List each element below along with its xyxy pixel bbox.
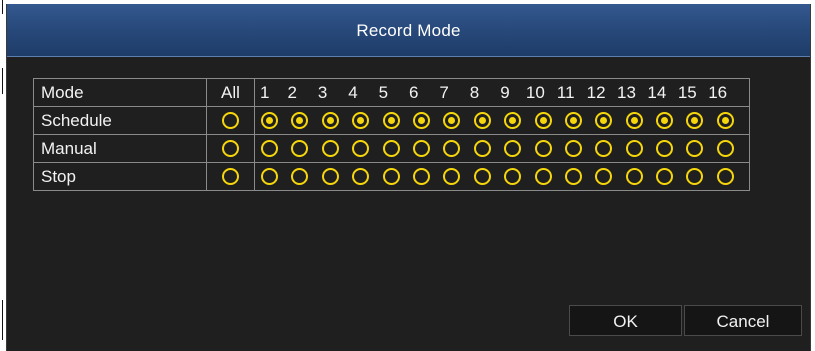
radio-manual-ch2[interactable] [291, 140, 309, 157]
radio-manual-ch7[interactable] [443, 140, 461, 157]
row-label: Manual [33, 134, 207, 163]
channel-number-15: 15 [677, 82, 697, 102]
radio-schedule-ch10[interactable] [534, 112, 552, 129]
channel-number-1: 1 [260, 82, 270, 102]
radio-manual-ch14[interactable] [656, 140, 674, 157]
edge-tick-1 [2, 0, 3, 14]
radio-stop-ch1[interactable] [261, 168, 278, 185]
radio-stop-ch9[interactable] [504, 168, 522, 185]
channel-number-12: 12 [586, 82, 606, 102]
radio-stop-ch13[interactable] [625, 168, 643, 185]
radio-schedule-ch12[interactable] [595, 112, 613, 129]
header-row: Mode All 1 2 3 4 5 6 7 8 9 10 11 12 13 14 15 16 [33, 78, 750, 107]
radio-stop-ch6[interactable] [412, 168, 430, 185]
radio-manual-ch11[interactable] [564, 140, 582, 157]
channel-number-2: 2 [287, 82, 297, 102]
channel-number-13: 13 [617, 82, 636, 102]
channel-number-5: 5 [378, 82, 389, 102]
channel-number-11: 11 [556, 82, 575, 102]
radio-schedule-ch14[interactable] [656, 112, 674, 129]
radio-stop-ch15[interactable] [686, 168, 704, 185]
radio-manual-ch8[interactable] [473, 140, 491, 157]
channel-number-8: 8 [469, 82, 480, 102]
cancel-button[interactable]: Cancel [684, 305, 802, 336]
radio-manual-ch16[interactable] [716, 140, 734, 157]
radio-stop-ch4[interactable] [352, 168, 370, 185]
radio-schedule-ch5[interactable] [382, 112, 400, 129]
channel-number-3: 3 [317, 82, 328, 102]
row-label: Schedule [33, 106, 207, 135]
radio-schedule-ch4[interactable] [352, 112, 370, 129]
dialog-title: Record Mode [356, 21, 461, 40]
row-label: Stop [33, 162, 207, 191]
radio-manual-ch9[interactable] [504, 140, 522, 157]
radio-manual-ch4[interactable] [352, 140, 370, 157]
channel-number-7: 7 [439, 82, 449, 102]
background-edge [2, 0, 3, 351]
radio-stop-ch14[interactable] [656, 168, 674, 185]
table-row: Schedule [33, 106, 750, 135]
channel-radio-cell [254, 134, 750, 163]
channel-radio-cell [254, 162, 750, 191]
radio-manual-ch5[interactable] [382, 140, 400, 157]
radio-stop-ch11[interactable] [564, 168, 582, 185]
channel-number-4: 4 [348, 82, 358, 102]
channel-number-10: 10 [525, 82, 545, 102]
radio-schedule-ch13[interactable] [625, 112, 643, 129]
all-radio-stop[interactable] [222, 168, 239, 185]
radio-manual-ch12[interactable] [595, 140, 613, 157]
record-mode-dialog: Record Mode Mode All 1 2 3 4 5 6 7 8 9 10 11 12 13 14… [6, 4, 811, 351]
all-radio-cell [206, 162, 255, 191]
table-row: Manual [33, 134, 750, 163]
channel-radio-cell [254, 106, 750, 135]
record-mode-table: Mode All 1 2 3 4 5 6 7 8 9 10 11 12 13 14 15 16 Schedul… [33, 78, 750, 191]
radio-schedule-ch1[interactable] [261, 112, 278, 129]
channel-header: 1 2 3 4 5 6 7 8 9 10 11 12 13 14 15 16 [254, 78, 750, 107]
all-header: All [206, 78, 255, 107]
radio-stop-ch12[interactable] [595, 168, 613, 185]
mode-header: Mode [33, 78, 207, 107]
channel-number-9: 9 [500, 82, 510, 102]
radio-manual-ch6[interactable] [412, 140, 430, 157]
all-radio-schedule[interactable] [222, 112, 239, 129]
radio-schedule-ch6[interactable] [412, 112, 430, 129]
all-radio-manual[interactable] [222, 140, 239, 157]
radio-stop-ch10[interactable] [534, 168, 552, 185]
dialog-title-bar: Record Mode [7, 4, 810, 57]
radio-stop-ch5[interactable] [382, 168, 400, 185]
radio-manual-ch13[interactable] [625, 140, 643, 157]
radio-stop-ch7[interactable] [443, 168, 461, 185]
radio-schedule-ch9[interactable] [504, 112, 522, 129]
table-row: Stop [33, 162, 750, 191]
channel-number-6: 6 [409, 82, 419, 102]
radio-schedule-ch15[interactable] [686, 112, 704, 129]
channel-number-16: 16 [708, 82, 728, 102]
edge-tick-3 [2, 300, 3, 340]
ok-button[interactable]: OK [569, 305, 682, 336]
radio-stop-ch3[interactable] [321, 168, 339, 185]
radio-stop-ch16[interactable] [716, 168, 734, 185]
radio-schedule-ch2[interactable] [291, 112, 309, 129]
radio-schedule-ch11[interactable] [564, 112, 582, 129]
edge-tick-2 [2, 68, 3, 94]
radio-stop-ch2[interactable] [291, 168, 309, 185]
all-radio-cell [206, 106, 255, 135]
radio-schedule-ch3[interactable] [321, 112, 339, 129]
radio-manual-ch15[interactable] [686, 140, 704, 157]
channel-number-14: 14 [647, 82, 667, 102]
all-radio-cell [206, 134, 255, 163]
radio-manual-ch3[interactable] [321, 140, 339, 157]
radio-schedule-ch16[interactable] [716, 112, 734, 129]
radio-stop-ch8[interactable] [473, 168, 491, 185]
radio-manual-ch1[interactable] [261, 140, 278, 157]
radio-schedule-ch7[interactable] [443, 112, 461, 129]
radio-schedule-ch8[interactable] [473, 112, 491, 129]
radio-manual-ch10[interactable] [534, 140, 552, 157]
